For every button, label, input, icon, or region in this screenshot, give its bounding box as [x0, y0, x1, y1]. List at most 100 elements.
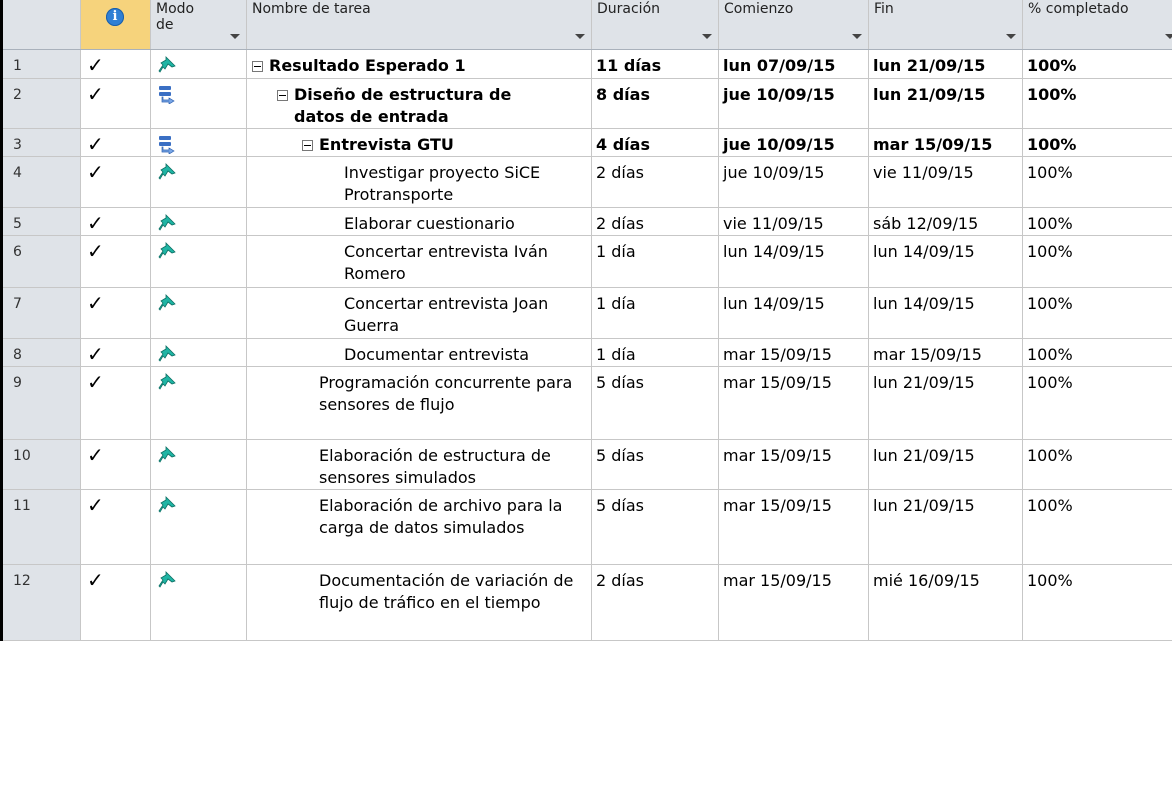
task-name-cell[interactable]: Elaboración de archivo para la carga de … [247, 490, 592, 564]
row-id[interactable]: 1 [3, 50, 81, 78]
percent-complete-cell[interactable]: 100% [1023, 79, 1172, 128]
task-mode-cell[interactable] [151, 129, 247, 156]
row-id[interactable]: 9 [3, 367, 81, 439]
duration-cell[interactable]: 5 días [592, 367, 719, 439]
percent-complete-cell[interactable]: 100% [1023, 288, 1172, 338]
task-name-cell[interactable]: Resultado Esperado 1 [247, 50, 592, 78]
row-id[interactable]: 2 [3, 79, 81, 128]
percent-complete-cell[interactable]: 100% [1023, 208, 1172, 235]
row-id[interactable]: 8 [3, 339, 81, 366]
row-id[interactable]: 4 [3, 157, 81, 207]
duration-cell[interactable]: 1 día [592, 288, 719, 338]
start-date-cell[interactable]: mar 15/09/15 [719, 565, 869, 640]
start-date-cell[interactable]: mar 15/09/15 [719, 490, 869, 564]
duration-cell[interactable]: 11 días [592, 50, 719, 78]
finish-date-cell[interactable]: sáb 12/09/15 [869, 208, 1023, 235]
finish-date-cell[interactable]: lun 21/09/15 [869, 79, 1023, 128]
select-all-corner[interactable] [3, 0, 81, 49]
task-name-cell[interactable]: Concertar entrevista Joan Guerra [247, 288, 592, 338]
percent-complete-cell[interactable]: 100% [1023, 157, 1172, 207]
start-date-cell[interactable]: jue 10/09/15 [719, 157, 869, 207]
start-date-cell[interactable]: jue 10/09/15 [719, 129, 869, 156]
task-mode-cell[interactable] [151, 367, 247, 439]
finish-date-cell[interactable]: lun 21/09/15 [869, 50, 1023, 78]
task-mode-cell[interactable] [151, 79, 247, 128]
row-id[interactable]: 12 [3, 565, 81, 640]
task-name-cell[interactable]: Diseño de estructura de datos de entrada [247, 79, 592, 128]
task-name-cell[interactable]: Programación concurrente para sensores d… [247, 367, 592, 439]
duration-cell[interactable]: 4 días [592, 129, 719, 156]
task-name-cell[interactable]: Documentar entrevista [247, 339, 592, 366]
collapse-toggle-icon[interactable] [302, 140, 313, 151]
task-mode-cell[interactable] [151, 565, 247, 640]
task-row[interactable]: 5 ✓ Elaborar cuestionario 2 días vie 11/09/1… [3, 208, 1172, 236]
percent-complete-column-header[interactable]: % completado [1023, 0, 1172, 49]
finish-date-cell[interactable]: lun 21/09/15 [869, 367, 1023, 439]
task-mode-cell[interactable] [151, 236, 247, 287]
chevron-down-icon[interactable] [1165, 34, 1172, 39]
duration-cell[interactable]: 1 día [592, 236, 719, 287]
percent-complete-cell[interactable]: 100% [1023, 440, 1172, 489]
task-mode-cell[interactable] [151, 288, 247, 338]
task-name-cell[interactable]: Entrevista GTU [247, 129, 592, 156]
task-mode-cell[interactable] [151, 50, 247, 78]
percent-complete-cell[interactable]: 100% [1023, 50, 1172, 78]
task-mode-cell[interactable] [151, 440, 247, 489]
finish-date-cell[interactable]: lun 14/09/15 [869, 288, 1023, 338]
task-mode-cell[interactable] [151, 490, 247, 564]
start-date-cell[interactable]: lun 07/09/15 [719, 50, 869, 78]
duration-column-header[interactable]: Duración [592, 0, 719, 49]
start-column-header[interactable]: Comienzo [719, 0, 869, 49]
collapse-toggle-icon[interactable] [252, 61, 263, 72]
percent-complete-cell[interactable]: 100% [1023, 339, 1172, 366]
percent-complete-cell[interactable]: 100% [1023, 367, 1172, 439]
chevron-down-icon[interactable] [1006, 34, 1016, 39]
finish-date-cell[interactable]: lun 14/09/15 [869, 236, 1023, 287]
task-name-cell[interactable]: Elaboración de estructura de sensores si… [247, 440, 592, 489]
chevron-down-icon[interactable] [702, 34, 712, 39]
task-row[interactable]: 3 ✓ Entrevista GTU 4 días jue 10/09/15 mar 15… [3, 129, 1172, 157]
task-mode-cell[interactable] [151, 208, 247, 235]
task-row[interactable]: 2 ✓ Diseño de estructura de datos de entra… [3, 79, 1172, 129]
row-id[interactable]: 3 [3, 129, 81, 156]
row-id[interactable]: 10 [3, 440, 81, 489]
chevron-down-icon[interactable] [575, 34, 585, 39]
chevron-down-icon[interactable] [230, 34, 240, 39]
task-mode-cell[interactable] [151, 339, 247, 366]
duration-cell[interactable]: 2 días [592, 208, 719, 235]
task-mode-column-header[interactable]: Modo de [151, 0, 247, 49]
percent-complete-cell[interactable]: 100% [1023, 490, 1172, 564]
duration-cell[interactable]: 2 días [592, 157, 719, 207]
task-row[interactable]: 6 ✓ Concertar entrevista Iván Romero 1 día l… [3, 236, 1172, 288]
task-row[interactable]: 7 ✓ Concertar entrevista Joan Guerra 1 día l… [3, 288, 1172, 339]
task-name-cell[interactable]: Investigar proyecto SiCE Protransporte [247, 157, 592, 207]
finish-column-header[interactable]: Fin [869, 0, 1023, 49]
finish-date-cell[interactable]: lun 21/09/15 [869, 490, 1023, 564]
finish-date-cell[interactable]: mar 15/09/15 [869, 339, 1023, 366]
indicators-column-header[interactable]: i [81, 0, 151, 49]
start-date-cell[interactable]: mar 15/09/15 [719, 339, 869, 366]
task-name-cell[interactable]: Concertar entrevista Iván Romero [247, 236, 592, 287]
duration-cell[interactable]: 5 días [592, 490, 719, 564]
task-row[interactable]: 11 ✓ Elaboración de archivo para la carga … [3, 490, 1172, 565]
task-name-cell[interactable]: Elaborar cuestionario [247, 208, 592, 235]
duration-cell[interactable]: 1 día [592, 339, 719, 366]
start-date-cell[interactable]: vie 11/09/15 [719, 208, 869, 235]
task-name-column-header[interactable]: Nombre de tarea [247, 0, 592, 49]
chevron-down-icon[interactable] [852, 34, 862, 39]
task-row[interactable]: 8 ✓ Documentar entrevista 1 día mar 15/09/15… [3, 339, 1172, 367]
task-name-cell[interactable]: Documentación de variación de flujo de t… [247, 565, 592, 640]
duration-cell[interactable]: 2 días [592, 565, 719, 640]
row-id[interactable]: 11 [3, 490, 81, 564]
task-row[interactable]: 12 ✓ Documentación de variación de flujo d… [3, 565, 1172, 641]
row-id[interactable]: 7 [3, 288, 81, 338]
task-row[interactable]: 4 ✓ Investigar proyecto SiCE Protransporte… [3, 157, 1172, 208]
row-id[interactable]: 5 [3, 208, 81, 235]
start-date-cell[interactable]: mar 15/09/15 [719, 440, 869, 489]
task-row[interactable]: 1 ✓ Resultado Esperado 1 11 días lun 07/09/1… [3, 50, 1172, 79]
start-date-cell[interactable]: lun 14/09/15 [719, 288, 869, 338]
percent-complete-cell[interactable]: 100% [1023, 565, 1172, 640]
percent-complete-cell[interactable]: 100% [1023, 236, 1172, 287]
task-row[interactable]: 10 ✓ Elaboración de estructura de sensores… [3, 440, 1172, 490]
start-date-cell[interactable]: jue 10/09/15 [719, 79, 869, 128]
